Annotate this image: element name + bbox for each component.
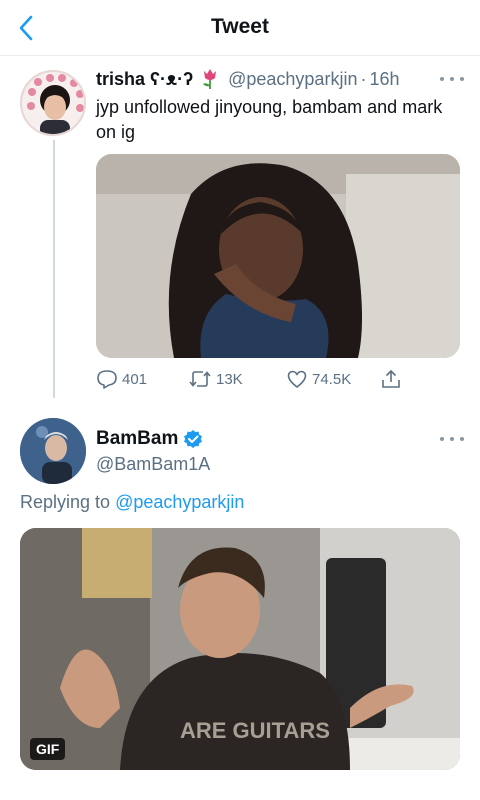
separator-dot: · <box>360 68 367 89</box>
like-button[interactable]: 74.5K <box>286 366 351 392</box>
retweet-count: 13K <box>216 370 243 388</box>
tweet2-handle[interactable]: @BamBam1A <box>96 454 210 475</box>
share-icon <box>382 369 400 388</box>
share-button[interactable] <box>380 366 406 392</box>
retweet-icon <box>189 371 211 387</box>
gif-badge: GIF <box>30 738 66 760</box>
reply-button[interactable]: 401 <box>96 366 147 392</box>
like-count: 74.5K <box>312 370 352 388</box>
tweet2-author-row: BamBam <box>96 428 203 450</box>
tweet1-header: trisha ʕ·ᴥ·ʔ @peachyparkjin · 16h <box>96 68 400 90</box>
top-bar: Tweet <box>0 0 480 56</box>
tweet2-gif[interactable]: ARE GUITARS GIF <box>20 528 460 770</box>
replying-to-line: Replying to @peachyparkjin <box>20 492 244 513</box>
verified-badge-icon <box>184 430 203 448</box>
avatar-image <box>20 418 86 484</box>
avatar-trisha[interactable] <box>20 70 86 136</box>
tweet1-image <box>96 154 460 358</box>
tweet1-more-button[interactable] <box>440 72 464 86</box>
svg-text:ARE GUITARS: ARE GUITARS <box>180 718 330 743</box>
reply-count: 401 <box>122 370 148 388</box>
tweet1-handle[interactable]: @peachyparkjin <box>228 69 357 90</box>
like-icon <box>287 370 307 388</box>
tweet1-media[interactable] <box>96 154 460 358</box>
thread-connector <box>53 140 55 398</box>
tweet1-author-name[interactable]: trisha ʕ·ᴥ·ʔ <box>96 69 193 90</box>
tweet1-timestamp[interactable]: 16h <box>369 69 399 90</box>
tweet2-gif-image: ARE GUITARS <box>20 528 460 770</box>
tulip-emoji-icon <box>200 68 220 90</box>
tweet1-actions: 401 13K 74.5K <box>96 366 416 392</box>
page-title: Tweet <box>211 15 269 38</box>
replying-to-label: Replying to <box>20 492 111 512</box>
tweet2-author-name[interactable]: BamBam <box>96 428 178 450</box>
avatar-image <box>22 72 84 134</box>
reply-icon <box>97 370 117 389</box>
avatar-bambam[interactable] <box>20 418 86 484</box>
replying-to-link[interactable]: @peachyparkjin <box>115 492 244 512</box>
tweet1-text: jyp unfollowed jinyoung, bambam and mark… <box>96 97 443 142</box>
retweet-button[interactable]: 13K <box>188 366 243 392</box>
tweet2-more-button[interactable] <box>440 432 464 446</box>
